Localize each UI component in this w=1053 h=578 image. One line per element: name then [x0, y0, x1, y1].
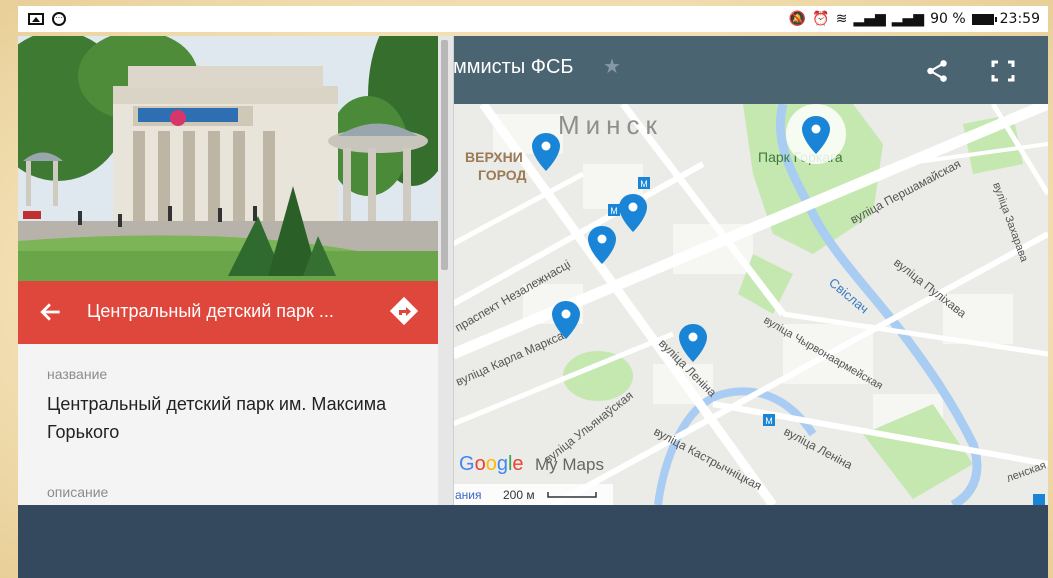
svg-text:М: М — [610, 206, 618, 216]
battery-percent: 90 % — [930, 11, 966, 27]
place-details-panel: Центральный детский парк ... название Це… — [18, 36, 454, 505]
place-title: Центральный детский парк ... — [87, 301, 334, 321]
scroll-thumb[interactable] — [441, 40, 448, 270]
svg-text:М: М — [765, 416, 773, 426]
map-title: ммисты ФСБ — [453, 56, 574, 78]
status-bar: ··· 🔕 ⏰ ≋ ▂▄▆ ▂▄▆ 90 % 23:59 — [18, 6, 1048, 32]
map-canvas[interactable]: М М М Минск ВЕРХНИ ГОРОД Парк Горкага ву… — [453, 104, 1048, 505]
svg-text:М: М — [640, 179, 648, 189]
fullscreen-icon[interactable] — [991, 60, 1015, 82]
directions-icon[interactable] — [388, 295, 420, 327]
scale-label: 200 м — [503, 488, 535, 502]
place-title-bar: Центральный детский парк ... — [18, 281, 438, 344]
wifi-icon: ≋ — [835, 11, 848, 27]
signal-icon: ▂▄▆ — [853, 11, 886, 27]
attribution-link[interactable]: ания — [455, 488, 482, 502]
bottom-bar — [18, 505, 1048, 578]
name-value: Центральный детский парк им. Максима Гор… — [47, 394, 387, 442]
place-photo — [18, 36, 438, 281]
share-icon[interactable] — [924, 58, 950, 84]
name-label: название — [47, 366, 108, 382]
svg-text:Google: Google — [459, 453, 524, 475]
description-label: описание — [47, 484, 109, 500]
clock: 23:59 — [999, 11, 1040, 27]
district-label: ГОРОД — [478, 167, 527, 183]
map-header: ммисты ФСБ ★ — [453, 36, 1048, 104]
gallery-icon — [28, 13, 44, 25]
city-label: Минск — [558, 110, 663, 140]
my-maps-label: My Maps — [535, 455, 604, 474]
signal-icon: ▂▄▆ — [891, 11, 925, 27]
metro-icon — [1033, 494, 1045, 505]
place-info: название Центральный детский парк им. Ма… — [18, 344, 438, 505]
alarm-icon: ⏰ — [812, 11, 830, 27]
star-icon[interactable]: ★ — [603, 54, 621, 79]
battery-icon — [971, 13, 997, 25]
map-view[interactable]: М М М Минск ВЕРХНИ ГОРОД Парк Горкага ву… — [453, 104, 1048, 505]
back-arrow-icon[interactable] — [38, 299, 64, 325]
mute-icon: 🔕 — [788, 11, 807, 27]
my-maps-app: ммисты ФСБ ★ М М М Минск ВЕРХНИ ГОРОД Па… — [18, 36, 1048, 578]
panel-scrollbar[interactable] — [438, 36, 453, 505]
circle-dots-icon: ··· — [52, 12, 66, 26]
district-label: ВЕРХНИ — [465, 149, 523, 165]
